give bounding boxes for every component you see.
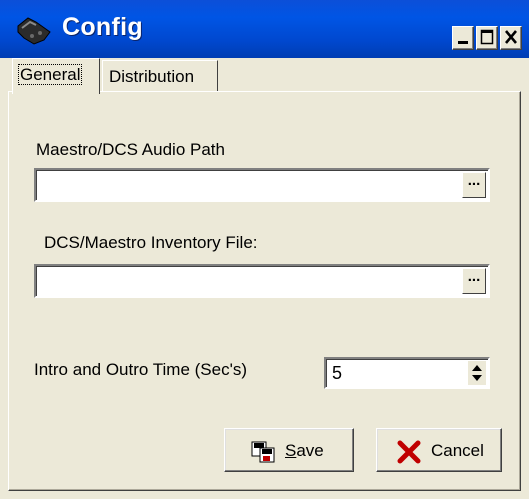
tab-general[interactable]: General (12, 58, 100, 94)
minimize-icon (458, 41, 468, 44)
cancel-button[interactable]: Cancel (376, 428, 502, 472)
save-label: Save (285, 441, 324, 460)
audio-path-browse-button[interactable]: ... (462, 172, 486, 198)
browse-label: ... (467, 172, 481, 189)
inventory-file-label: DCS/Maestro Inventory File: (44, 233, 258, 252)
minimize-button[interactable] (452, 26, 474, 50)
audio-path-field[interactable]: ... (34, 168, 490, 202)
save-disk-icon (251, 441, 275, 463)
tab-distribution-label: Distribution (109, 67, 195, 86)
cancel-label: Cancel (431, 441, 484, 460)
game-controller-icon (17, 17, 51, 45)
close-button[interactable] (500, 26, 522, 50)
config-window: Config General Distribution Maestro/DCS … (0, 0, 529, 499)
cancel-x-icon (397, 440, 421, 464)
browse-label: ... (467, 268, 481, 285)
spinner-arrows[interactable] (468, 361, 486, 385)
tab-general-label: General (17, 64, 83, 85)
tab-distribution[interactable]: Distribution (102, 60, 218, 92)
title-bar[interactable]: Config (0, 0, 529, 58)
intro-outro-spinner[interactable]: 5 (324, 357, 490, 389)
intro-outro-label: Intro and Outro Time (Sec's) (34, 360, 247, 379)
maximize-icon (480, 29, 494, 45)
audio-path-label: Maestro/DCS Audio Path (36, 140, 225, 159)
intro-outro-value: 5 (332, 363, 343, 383)
maximize-button[interactable] (476, 26, 498, 50)
save-button[interactable]: Save (224, 428, 354, 472)
close-icon (505, 30, 517, 44)
inventory-file-field[interactable]: ... (34, 264, 490, 298)
up-down-arrows-icon (472, 365, 482, 381)
window-title: Config (62, 13, 143, 41)
inventory-file-browse-button[interactable]: ... (462, 268, 486, 294)
